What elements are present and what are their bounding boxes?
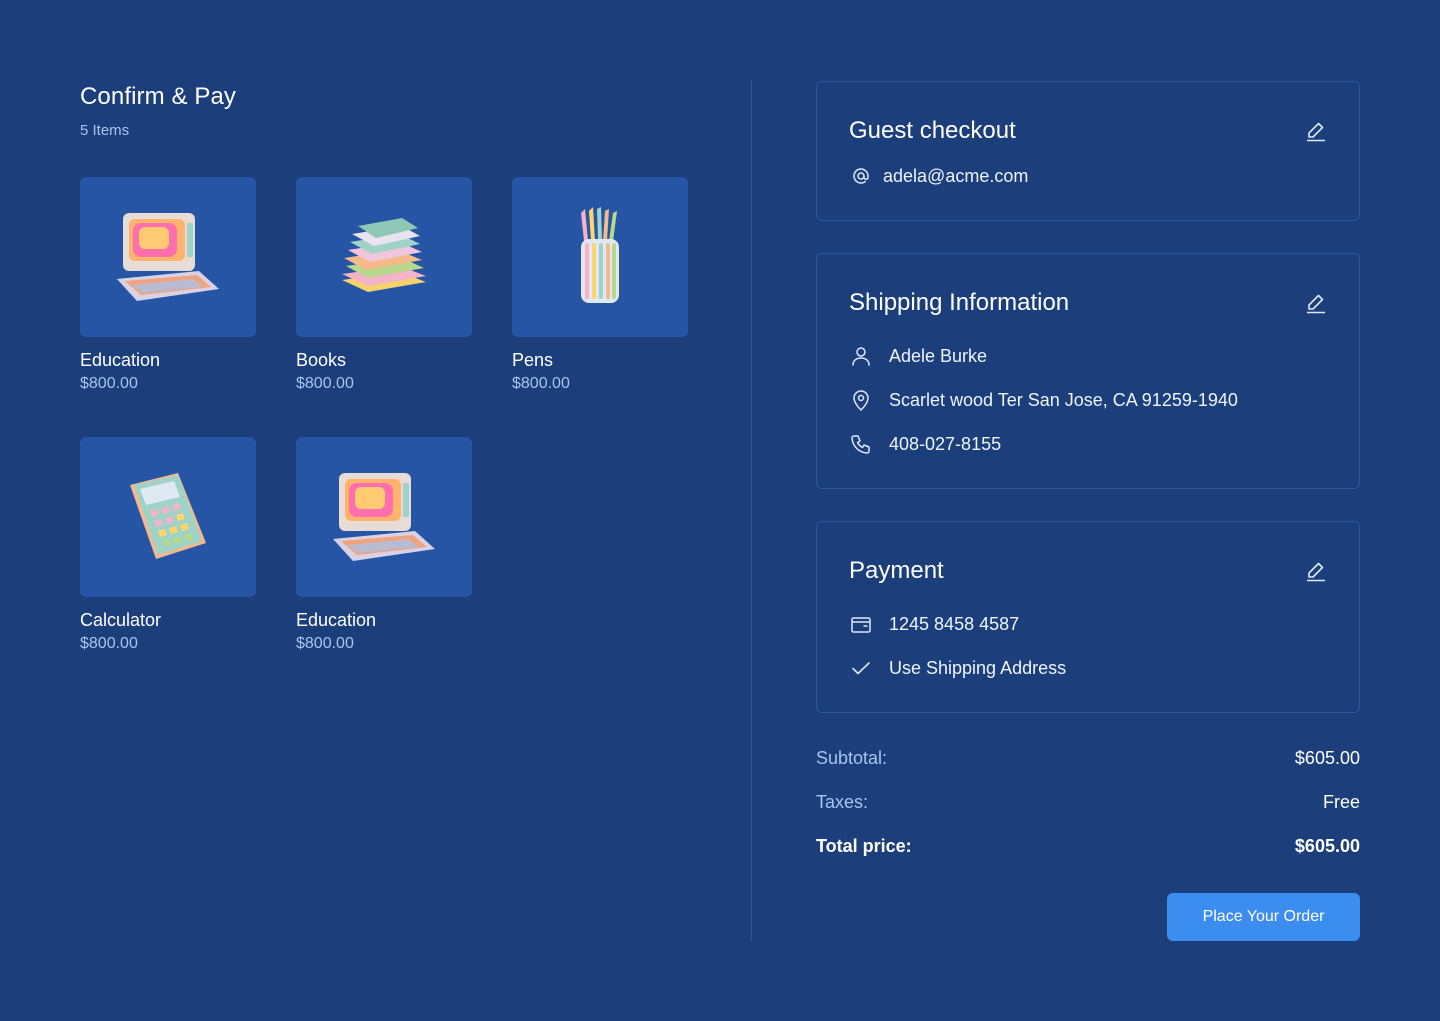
- taxes-row: Taxes: Free: [816, 792, 1360, 813]
- product-image-pens: [512, 177, 688, 337]
- shipping-phone: 408-027-8155: [889, 433, 1002, 454]
- user-icon: [849, 344, 873, 368]
- product-card[interactable]: Education $800.00: [80, 177, 256, 397]
- subtotal-value: $605.00: [1294, 748, 1360, 768]
- shipping-address-row: Scarlet wood Ter San Jose, CA 91259-1940: [849, 388, 1238, 412]
- pencil-icon: [1307, 294, 1325, 314]
- product-image-books: [296, 177, 472, 337]
- product-price: $800.00: [296, 375, 354, 392]
- payment-card: Payment 1245 8458 4587 Use Shipping Addr…: [816, 521, 1360, 713]
- shipping-name: Adele Burke: [889, 345, 988, 366]
- subtotal-row: Subtotal: $605.00: [816, 748, 1360, 769]
- map-pin-icon: [849, 388, 873, 412]
- retro-computer-icon: [333, 473, 435, 561]
- phone-icon: [849, 432, 873, 456]
- total-value: $605.00: [1294, 836, 1360, 856]
- at-icon: [849, 164, 873, 188]
- product-card[interactable]: Calculator $800.00: [80, 437, 256, 657]
- total-row: Total price: $605.00: [816, 836, 1360, 857]
- product-card[interactable]: Books $800.00: [296, 177, 472, 397]
- product-image-computer: [80, 177, 256, 337]
- pencil-icon: [1307, 122, 1325, 142]
- product-name: Pens: [512, 350, 554, 370]
- order-items-section: Confirm & Pay 5 Items Education $800.00 …: [80, 80, 700, 652]
- shipping-address: Scarlet wood Ter San Jose, CA 91259-1940: [889, 389, 1238, 410]
- billing-address-label: Use Shipping Address: [889, 657, 1067, 678]
- shipping-card: Shipping Information Adele Burke Scarlet…: [816, 253, 1360, 489]
- check-icon: [849, 656, 873, 680]
- product-name: Calculator: [80, 610, 162, 630]
- payment-card-row: 1245 8458 4587: [849, 612, 1019, 636]
- wallet-icon: [849, 612, 873, 636]
- guest-email: adela@acme.com: [883, 165, 1029, 186]
- product-card[interactable]: Pens $800.00: [512, 177, 688, 397]
- book-stack-icon: [342, 218, 426, 292]
- edit-guest-button[interactable]: [1303, 118, 1329, 144]
- pencil-icon: [1307, 562, 1325, 582]
- product-price: $800.00: [512, 375, 570, 392]
- product-price: $800.00: [80, 375, 138, 392]
- edit-shipping-button[interactable]: [1303, 290, 1329, 316]
- product-card[interactable]: Education $800.00: [296, 437, 472, 657]
- items-count: 5 Items: [80, 122, 130, 139]
- edit-payment-button[interactable]: [1303, 558, 1329, 584]
- product-image-computer: [296, 437, 472, 597]
- guest-checkout-card: Guest checkout adela@acme.com: [816, 81, 1360, 221]
- billing-address-option[interactable]: Use Shipping Address: [849, 656, 1066, 680]
- product-name: Books: [296, 350, 347, 370]
- shipping-phone-row: 408-027-8155: [849, 432, 1001, 456]
- product-image-calculator: [80, 437, 256, 597]
- place-order-button[interactable]: Place Your Order: [1167, 893, 1360, 941]
- taxes-value: Free: [1322, 792, 1360, 812]
- payment-card-number: 1245 8458 4587: [889, 613, 1020, 634]
- retro-computer-icon: [117, 213, 219, 301]
- calculator-icon: [130, 473, 206, 559]
- total-label: Total price:: [816, 836, 912, 856]
- product-name: Education: [80, 350, 161, 370]
- column-divider: [751, 80, 752, 941]
- shipping-title: Shipping Information: [849, 289, 1070, 316]
- checkout-page: Confirm & Pay 5 Items Education $800.00 …: [0, 0, 1440, 1021]
- product-grid: Education $800.00 Books $800.00 Pens $80…: [80, 177, 688, 657]
- taxes-label: Taxes:: [816, 792, 869, 812]
- product-price: $800.00: [80, 635, 138, 652]
- guest-checkout-title: Guest checkout: [849, 117, 1016, 144]
- payment-title: Payment: [849, 557, 944, 584]
- page-title: Confirm & Pay: [80, 83, 237, 110]
- pencil-cup-icon: [581, 207, 619, 303]
- guest-email-row: adela@acme.com: [849, 164, 1028, 188]
- product-name: Education: [296, 610, 377, 630]
- shipping-name-row: Adele Burke: [849, 344, 987, 368]
- product-price: $800.00: [296, 635, 354, 652]
- subtotal-label: Subtotal:: [816, 748, 888, 768]
